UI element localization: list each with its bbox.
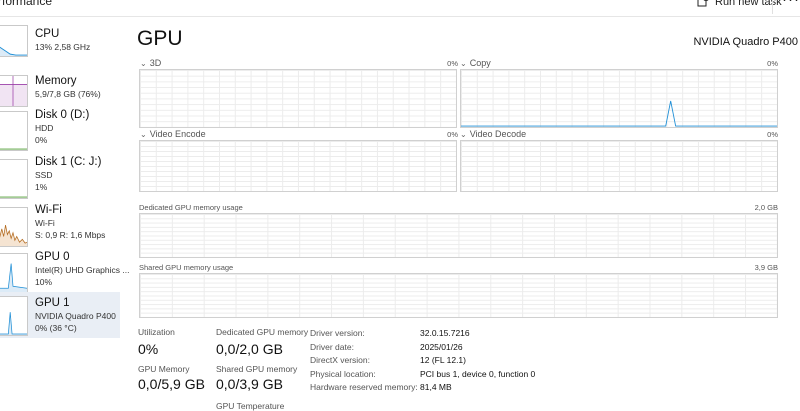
dedicated-gpu-memory-value: 0,0/2,0 GB [216,341,283,357]
engine-label: 3D [149,58,162,68]
utilization-value: 0% [138,341,159,357]
sidebar-item-usage: 1% [35,182,48,192]
info-key: DirectX version: [310,355,370,365]
sidebar-item-detail: HDD [35,123,54,133]
engine-selector-video-encode[interactable]: ⌄ Video Encode [140,129,206,139]
chevron-down-icon: ⌄ [140,129,147,139]
shared-gpu-memory-label: Shared GPU memory [216,364,298,374]
toolbar-divider [772,0,773,14]
sidebar-item-detail: SSD [35,170,53,180]
sidebar-item-disk-0[interactable]: Disk 0 (D:) HDD 0% [0,105,120,151]
engine-selector-video-decode[interactable]: ⌄ Video Decode [460,129,526,139]
sidebar-item-title: Memory [35,75,77,87]
sidebar-item-cpu[interactable]: CPU 13% 2,58 GHz [0,17,120,61]
sidebar-item-usage: 0% [35,135,48,145]
chevron-down-icon: ⌄ [460,129,467,139]
gpu-detail-panel: GPU NVIDIA Quadro P400 ⌄ 3D 0% ⌄ Copy 0%… [120,17,800,411]
engine-label: Copy [469,58,491,68]
engine-percent: 0% [447,59,458,68]
engine-label: Video Encode [149,129,206,139]
info-key: Physical location: [310,369,376,379]
engine-graph-copy [460,69,778,128]
chevron-down-icon: ⌄ [140,58,147,68]
gpu-memory-label: GPU Memory [138,364,190,374]
chevron-down-icon: ⌄ [460,58,467,68]
sidebar-item-wifi[interactable]: Wi-Fi Wi-Fi S: 0,9 R: 1,6 Mbps [0,201,120,249]
info-value: 12 (FL 12.1) [420,355,466,365]
info-value: PCI bus 1, device 0, function 0 [420,369,536,379]
page-header-title: rformance [0,0,53,8]
sidebar-item-title: Disk 0 (D:) [35,109,90,121]
title-bar: rformance Run new task ··· [0,0,800,17]
dedicated-memory-graph [139,213,778,258]
info-key: Driver date: [310,342,354,352]
shared-memory-max: 3,9 GB [754,263,778,272]
page-title: GPU [137,27,183,50]
sidebar-item-title: Disk 1 (C: J:) [35,156,102,168]
shared-gpu-memory-value: 0,0/3,9 GB [216,376,283,392]
dedicated-gpu-memory-label: Dedicated GPU memory [216,327,309,337]
engine-graph-video-decode [460,140,778,192]
sidebar-item-throughput: S: 0,9 R: 1,6 Mbps [35,230,106,240]
sidebar-item-detail: NVIDIA Quadro P400 [35,311,116,321]
info-key: Driver version: [310,328,365,338]
engine-graph-video-encode [139,140,457,192]
sidebar-item-gpu-0[interactable]: GPU 0 Intel(R) UHD Graphics ... 10% [0,249,129,295]
sidebar-item-detail: 5,9/7,8 GB (76%) [35,89,101,99]
sidebar-item-title: GPU 1 [35,297,70,309]
gpu-memory-value: 0,0/5,9 GB [138,376,205,392]
info-value: 81,4 MB [420,382,452,392]
run-new-task-button[interactable]: Run new task [697,0,782,9]
sidebar-item-detail: 13% 2,58 GHz [35,42,91,52]
memory-thumbnail-graph [0,75,28,107]
engine-percent: 0% [767,130,778,139]
info-value: 2025/01/26 [420,342,463,352]
sidebar-item-gpu-1[interactable]: GPU 1 NVIDIA Quadro P400 0% (36 °C) [0,292,120,338]
run-task-icon [697,0,709,10]
engine-percent: 0% [767,59,778,68]
dedicated-memory-graph-label: Dedicated GPU memory usage [139,203,243,212]
disk-0-thumbnail-graph [0,111,28,151]
info-value: 32.0.15.7216 [420,328,470,338]
gpu-temperature-label: GPU Temperature [216,401,285,411]
sidebar-item-title: Wi-Fi [35,204,62,216]
sidebar-item-usage: 10% [35,277,53,287]
info-key: Hardware reserved memory: [310,382,418,392]
dedicated-memory-max: 2,0 GB [754,203,778,212]
sidebar-item-title: GPU 0 [35,251,70,263]
shared-memory-graph [139,273,778,318]
copy-activity-line [461,100,777,127]
disk-1-thumbnail-graph [0,159,28,199]
shared-memory-graph-label: Shared GPU memory usage [139,263,234,272]
gpu-1-thumbnail-graph [0,296,28,336]
sidebar-item-title: CPU [35,28,60,40]
sidebar-item-detail: Intel(R) UHD Graphics ... [35,265,130,275]
engine-label: Video Decode [469,129,527,139]
sidebar-item-detail: Wi-Fi [35,218,55,228]
utilization-label: Utilization [138,327,175,337]
engine-percent: 0% [447,130,458,139]
gpu-0-thumbnail-graph [0,253,28,293]
engine-selector-3d[interactable]: ⌄ 3D [140,58,161,68]
sidebar: CPU 13% 2,58 GHz Memory 5,9/7,8 GB (76%)… [0,17,129,411]
engine-graph-3d [139,69,457,128]
cpu-thumbnail-graph [0,25,28,57]
device-name: NVIDIA Quadro P400 [693,36,798,48]
sidebar-item-usage: 0% (36 °C) [35,323,77,333]
sidebar-item-memory[interactable]: Memory 5,9/7,8 GB (76%) [0,65,120,109]
more-options-button[interactable]: ··· [782,0,800,8]
engine-selector-copy[interactable]: ⌄ Copy [460,58,491,68]
wifi-thumbnail-graph [0,207,28,247]
sidebar-item-disk-1[interactable]: Disk 1 (C: J:) SSD 1% [0,153,120,199]
